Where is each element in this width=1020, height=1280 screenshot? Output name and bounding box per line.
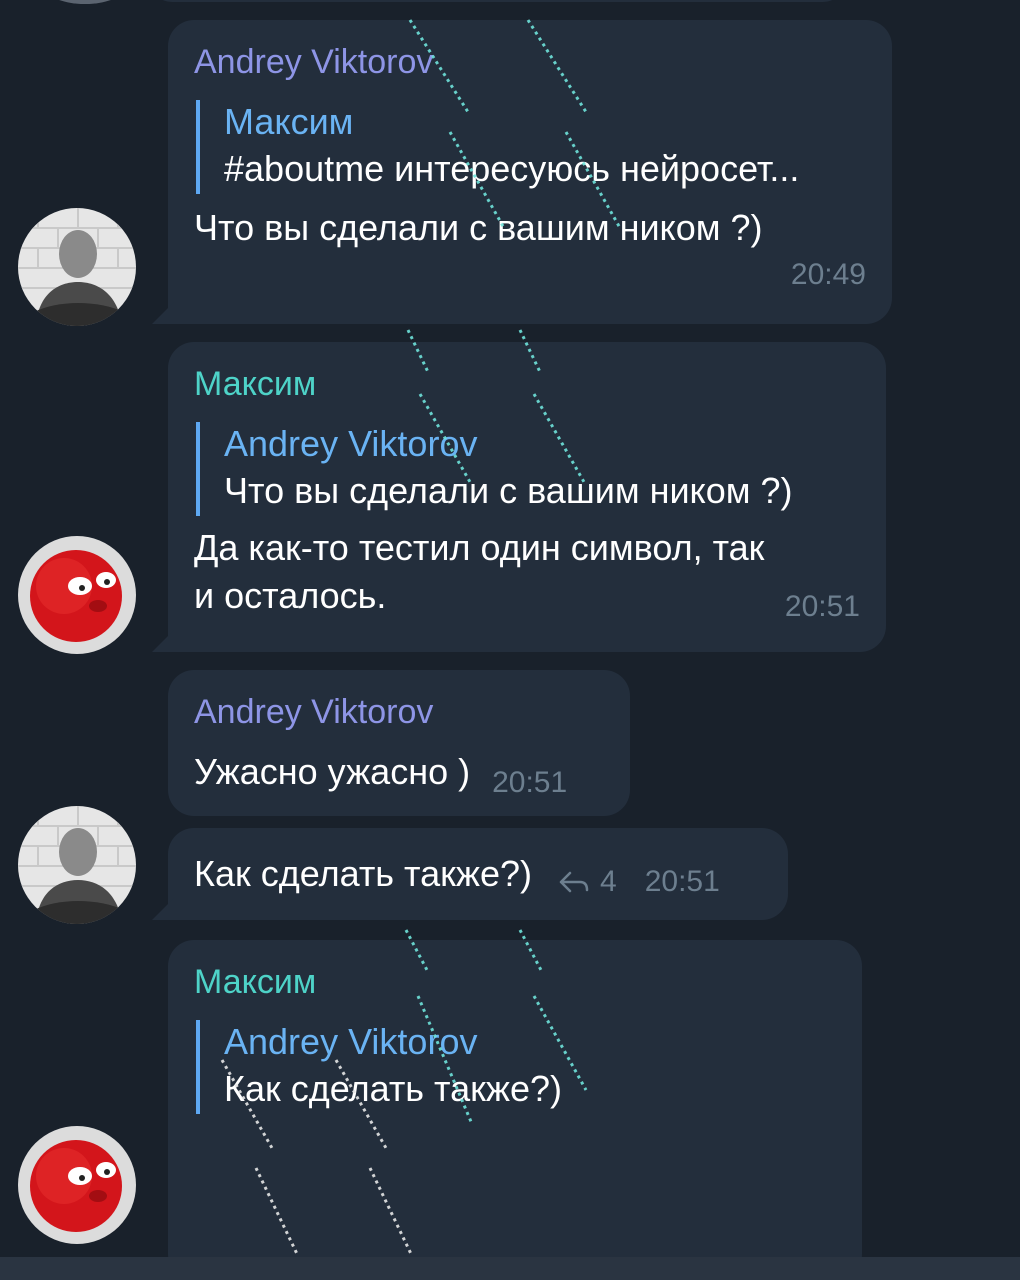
message-bubble[interactable]: Как сделать также?) 4 20:51 (168, 828, 788, 920)
replies-indicator[interactable]: 4 20:51 (558, 856, 720, 908)
reply-quote[interactable]: Andrey Viktorov Что вы сделали с вашим н… (196, 422, 860, 516)
message-text-line: и осталось. (194, 575, 387, 616)
message-time: 20:51 (644, 865, 720, 898)
message-text: Ужасно ужасно ) 20:51 (194, 746, 604, 799)
reply-count: 4 (600, 865, 617, 898)
chat-history[interactable]: Andrey Viktorov Максим #aboutme интересу… (0, 0, 1020, 1280)
previous-message-bubble[interactable] (150, 0, 845, 2)
message-text: Да как-то тестил один символ, так и оста… (194, 524, 860, 623)
sender-name[interactable]: Andrey Viktorov (194, 42, 866, 82)
sender-name[interactable]: Andrey Viktorov (194, 692, 604, 732)
avatar-maksim[interactable] (18, 1126, 136, 1244)
message-bubble[interactable]: Andrey Viktorov Максим #aboutme интересу… (168, 20, 892, 324)
message-time: 20:51 (492, 766, 568, 799)
quote-author: Andrey Viktorov (224, 423, 478, 464)
message-time: 20:51 (784, 590, 860, 623)
quote-text: Что вы сделали с вашим ником ?) (224, 470, 793, 511)
message-bubble[interactable]: Максим Andrey Viktorov Как сделать также… (168, 940, 862, 1280)
message-bubble[interactable]: Andrey Viktorov Ужасно ужасно ) 20:51 (168, 670, 630, 816)
avatar-maksim[interactable] (18, 536, 136, 654)
message-text-content: Как сделать также?) (194, 853, 533, 894)
message-bubble[interactable]: Максим Andrey Viktorov Что вы сделали с … (168, 342, 886, 652)
sender-name[interactable]: Максим (194, 962, 836, 1002)
message-text-line: Да как-то тестил один символ, так (194, 527, 765, 568)
message-input-bar[interactable] (0, 1257, 1020, 1280)
message-time: 20:49 (790, 258, 866, 291)
quote-author: Andrey Viktorov (224, 1021, 478, 1062)
sender-name[interactable]: Максим (194, 364, 860, 404)
message-text-content: Ужасно ужасно ) (194, 751, 471, 792)
message-text: Как сделать также?) 4 20:51 (194, 848, 762, 900)
reply-quote[interactable]: Andrey Viktorov Как сделать также?) (196, 1020, 836, 1114)
quote-text: #aboutme интересуюсь нейросет... (224, 148, 800, 189)
message-text: Что вы сделали с вашим ником ?) (194, 207, 763, 248)
reply-quote[interactable]: Максим #aboutme интересуюсь нейросет... (196, 100, 866, 194)
quote-author: Максим (224, 101, 354, 142)
previous-avatar[interactable] (40, 0, 130, 4)
reply-arrow-icon (559, 871, 589, 893)
avatar-andrey[interactable] (18, 806, 136, 924)
quote-text: Как сделать также?) (224, 1068, 563, 1109)
avatar-andrey[interactable] (18, 208, 136, 326)
